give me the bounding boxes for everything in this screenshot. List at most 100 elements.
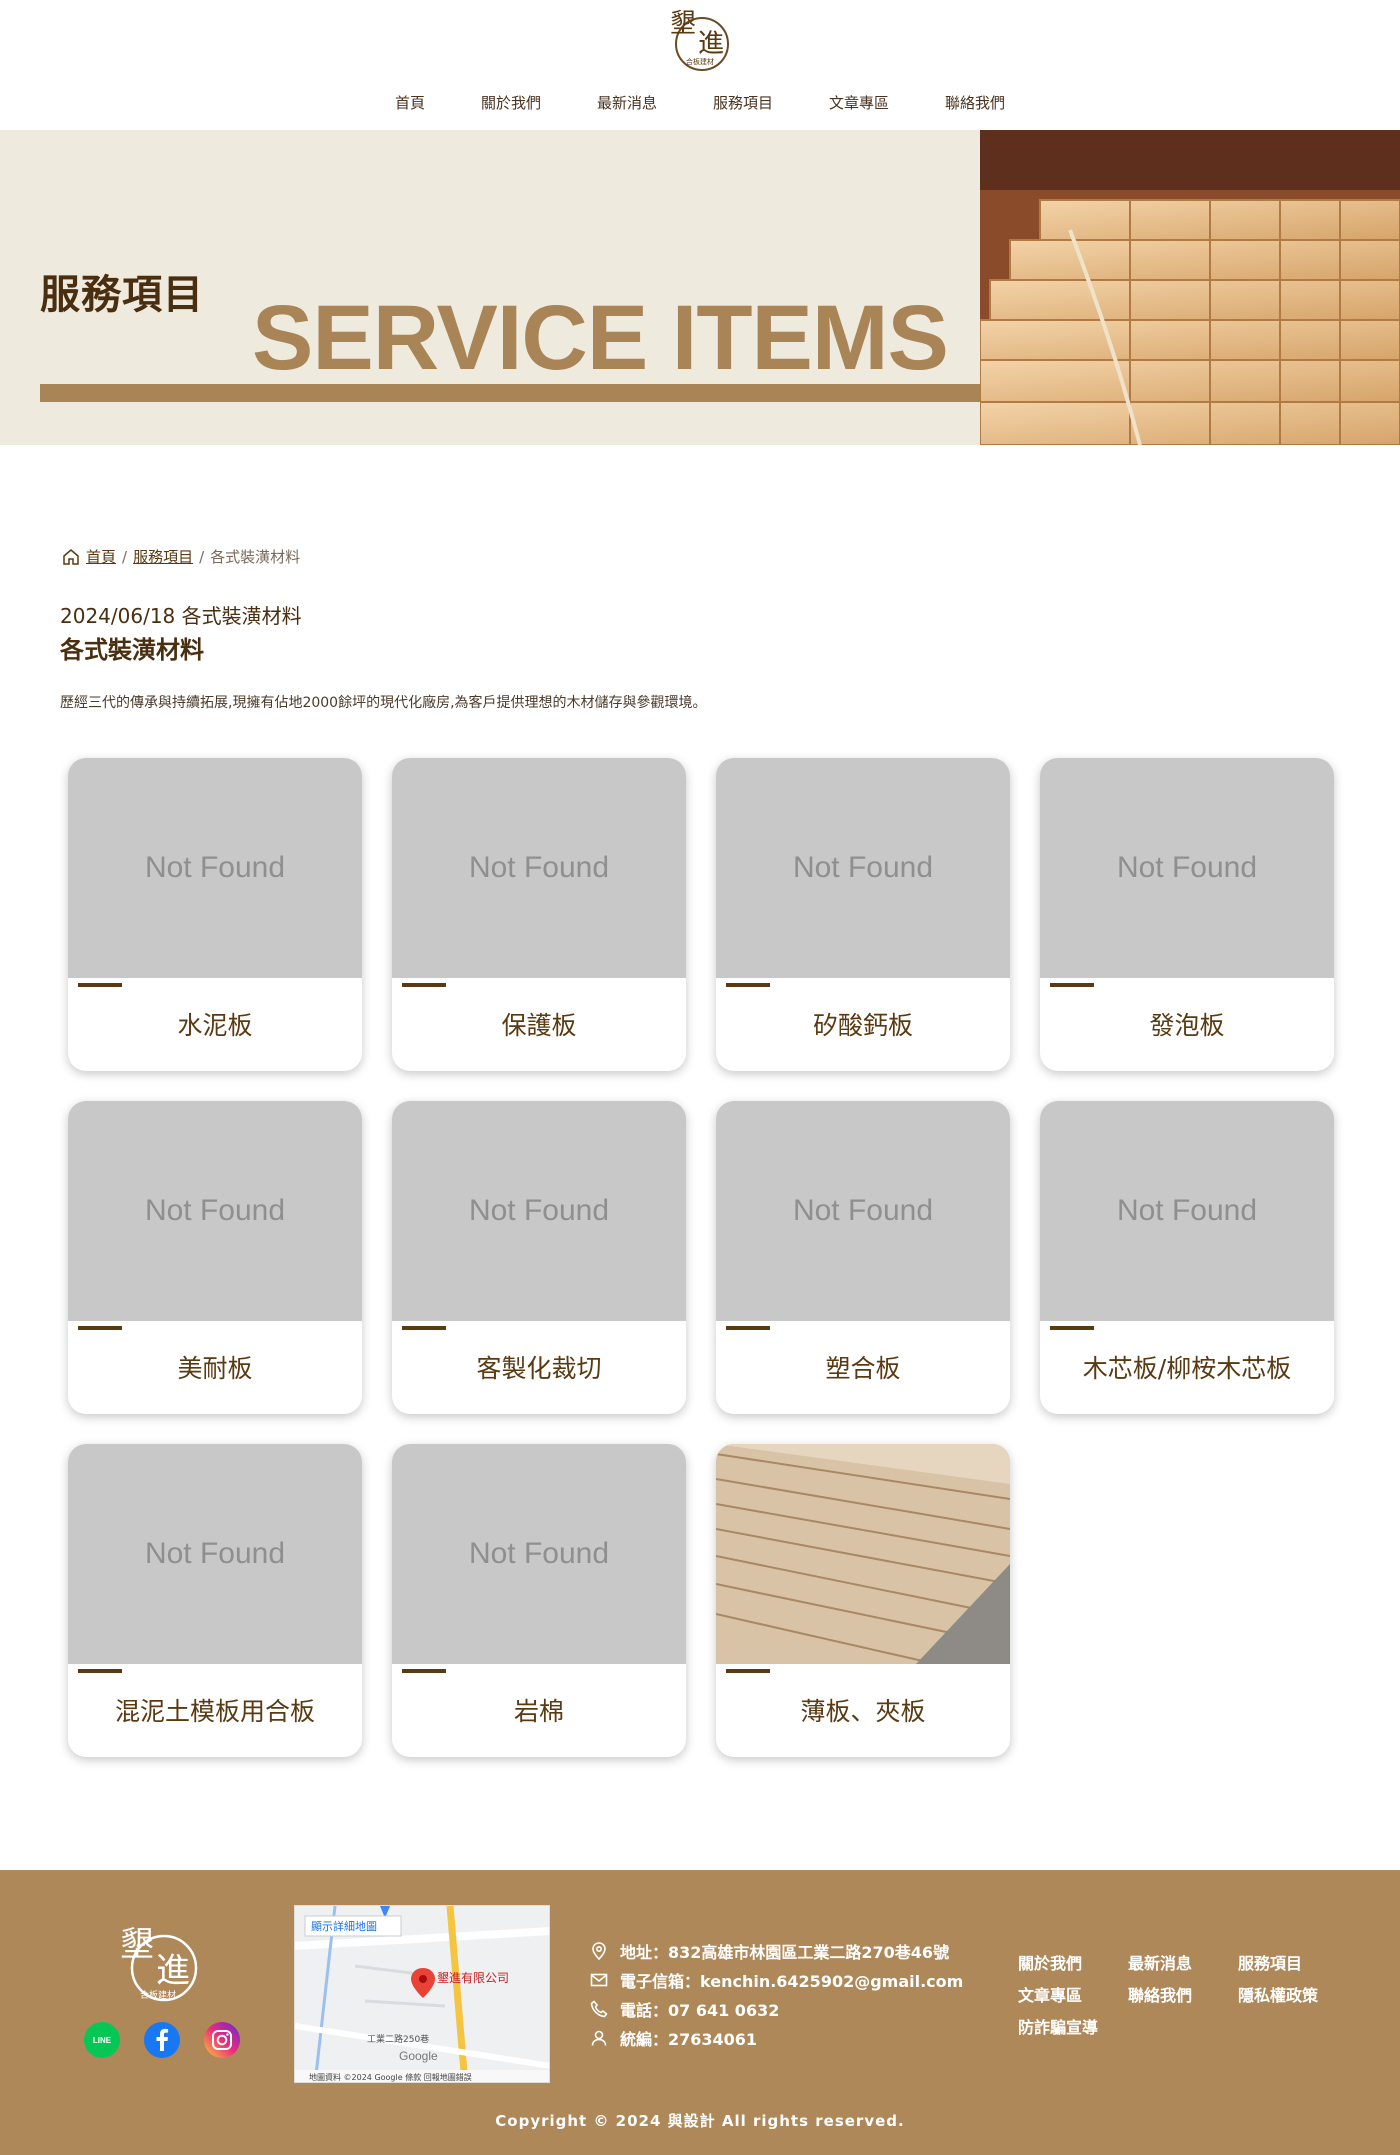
product-label: 矽酸鈣板: [812, 1011, 913, 1040]
instagram-icon[interactable]: [204, 2022, 240, 2058]
contact-email[interactable]: 電子信箱：kenchin.6425902@gmail.com: [620, 1968, 963, 1992]
site-footer: 墾 進 合板建材 LINE 顯示詳細地圖 墾進有限公司 工業二路250巷 Goo…: [0, 1870, 1400, 2155]
product-grid: Not Found 水泥板 Not Found 保護板 Not Found 矽酸…: [68, 758, 1334, 1757]
product-label: 美耐板: [177, 1354, 253, 1383]
location-pin-icon: [592, 1941, 606, 1960]
footer-link-news[interactable]: 最新消息: [1128, 1950, 1238, 1974]
social-links: LINE: [84, 2022, 240, 2058]
hero-title-en: SERVICE ITEMS: [252, 287, 949, 389]
svg-text:合板建材: 合板建材: [140, 1989, 176, 2001]
post-date-line: 2024/06/18 各式裝潢材料: [60, 604, 302, 628]
contact-info: 地址：832高雄市林園區工業二路270巷46號 電子信箱：kenchin.642…: [590, 1936, 963, 2052]
breadcrumb-home[interactable]: 首頁: [86, 546, 116, 567]
nav-about[interactable]: 關於我們: [481, 92, 541, 113]
footer-links: 關於我們 最新消息 服務項目 文章專區 聯絡我們 隱私權政策 防詐騙宣導: [1018, 1950, 1348, 2038]
contact-address-row: 地址：832高雄市林園區工業二路270巷46號: [590, 1936, 963, 1965]
not-found-text: Not Found: [144, 851, 286, 884]
card-accent-line: [402, 1669, 446, 1673]
mail-icon: [590, 1973, 608, 1986]
map-pin-label: 墾進有限公司: [437, 1971, 509, 1985]
footer-link-articles[interactable]: 文章專區: [1018, 1982, 1128, 2006]
breadcrumb-separator: /: [199, 547, 205, 566]
not-found-text: Not Found: [144, 1194, 286, 1227]
svg-text:墾: 墾: [670, 9, 696, 39]
card-accent-line: [1050, 1326, 1094, 1330]
product-card[interactable]: Not Found 發泡板: [1040, 758, 1334, 1071]
footer-link-privacy[interactable]: 隱私權政策: [1238, 1982, 1348, 2006]
product-card[interactable]: Not Found 保護板: [392, 758, 686, 1071]
hero-banner: 服務項目 SERVICE ITEMS: [0, 130, 1400, 445]
product-label: 保護板: [501, 1011, 577, 1040]
footer-link-contact[interactable]: 聯絡我們: [1128, 1982, 1238, 2006]
product-image-placeholder: Not Found: [68, 1444, 362, 1664]
product-card[interactable]: Not Found 美耐板: [68, 1101, 362, 1414]
product-card[interactable]: 薄板、夾板: [716, 1444, 1010, 1757]
nav-contact[interactable]: 聯絡我們: [945, 92, 1005, 113]
product-card[interactable]: Not Found 混泥土模板用合板: [68, 1444, 362, 1757]
product-image-placeholder: Not Found: [716, 758, 1010, 978]
product-card[interactable]: Not Found 客製化裁切: [392, 1101, 686, 1414]
nav-articles[interactable]: 文章專區: [829, 92, 889, 113]
facebook-icon[interactable]: [144, 2022, 180, 2058]
line-icon[interactable]: LINE: [84, 2022, 120, 2058]
product-card[interactable]: Not Found 水泥板: [68, 758, 362, 1071]
product-image-placeholder: Not Found: [392, 1444, 686, 1664]
user-icon: [591, 2030, 607, 2046]
breadcrumb-services[interactable]: 服務項目: [133, 546, 193, 567]
post-description: 歷經三代的傳承與持續拓展,現擁有佔地2000餘坪的現代化廠房,為客戶提供理想的木…: [60, 695, 707, 711]
breadcrumb: 首頁 / 服務項目 / 各式裝潢材料: [62, 546, 300, 567]
product-label: 水泥板: [177, 1011, 253, 1040]
product-image-placeholder: Not Found: [716, 1101, 1010, 1321]
product-card[interactable]: Not Found 矽酸鈣板: [716, 758, 1010, 1071]
footer-brand-logo[interactable]: 墾 進 合板建材: [118, 1920, 204, 2006]
svg-text:進: 進: [698, 29, 724, 59]
product-label: 混泥土模板用合板: [114, 1697, 315, 1726]
google-map-embed[interactable]: 顯示詳細地圖 墾進有限公司 工業二路250巷 Google 地圖資料 ©2024…: [294, 1905, 550, 2083]
nav-home[interactable]: 首頁: [395, 92, 425, 113]
not-found-text: Not Found: [468, 1194, 610, 1227]
contact-phone[interactable]: 電話：07 641 0632: [620, 1997, 779, 2021]
product-card[interactable]: Not Found 塑合板: [716, 1101, 1010, 1414]
product-card[interactable]: Not Found 木芯板/柳桉木芯板: [1040, 1101, 1334, 1414]
breadcrumb-current: 各式裝潢材料: [210, 548, 301, 566]
not-found-text: Not Found: [792, 851, 934, 884]
home-icon[interactable]: [62, 548, 80, 566]
contact-address: 地址：832高雄市林園區工業二路270巷46號: [620, 1942, 950, 1962]
contact-email-row: 電子信箱：kenchin.6425902@gmail.com: [590, 1965, 963, 1994]
not-found-text: Not Found: [468, 851, 610, 884]
contact-phone-row: 電話：07 641 0632: [590, 1994, 963, 2023]
not-found-text: Not Found: [792, 1194, 934, 1227]
map-attribution: 地圖資料 ©2024 Google 條款 回報地圖錯誤: [309, 2072, 472, 2082]
product-image-placeholder: Not Found: [392, 758, 686, 978]
product-image-placeholder: Not Found: [1040, 1101, 1334, 1321]
nav-news[interactable]: 最新消息: [597, 92, 657, 113]
post-title: 各式裝潢材料: [60, 636, 204, 664]
hero-lumber-image: [980, 130, 1400, 445]
not-found-text: Not Found: [1116, 851, 1258, 884]
product-image-plywood: [716, 1444, 1010, 1664]
card-accent-line: [402, 983, 446, 987]
footer-link-services[interactable]: 服務項目: [1238, 1950, 1348, 1974]
breadcrumb-separator: /: [122, 547, 128, 566]
map-view-larger[interactable]: 顯示詳細地圖: [311, 1919, 377, 1933]
not-found-text: Not Found: [468, 1537, 610, 1570]
product-label: 薄板、夾板: [800, 1697, 926, 1726]
footer-link-anti-fraud[interactable]: 防詐騙宣導: [1018, 2014, 1128, 2038]
footer-link-about[interactable]: 關於我們: [1018, 1950, 1128, 1974]
card-accent-line: [78, 1669, 122, 1673]
map-road-label: 工業二路250巷: [367, 2033, 429, 2045]
card-accent-line: [78, 983, 122, 987]
product-label: 塑合板: [825, 1354, 901, 1383]
product-label: 發泡板: [1149, 1011, 1225, 1040]
product-label: 岩棉: [513, 1697, 564, 1726]
product-image-placeholder: Not Found: [68, 1101, 362, 1321]
card-accent-line: [726, 1669, 770, 1673]
phone-icon: [590, 1999, 608, 2017]
nav-services[interactable]: 服務項目: [713, 92, 773, 113]
product-image-placeholder: Not Found: [1040, 758, 1334, 978]
card-accent-line: [78, 1326, 122, 1330]
svg-text:進: 進: [156, 1951, 190, 1991]
map-google-logo: Google: [399, 2049, 438, 2063]
brand-logo[interactable]: 墾 進 合板建材: [668, 6, 732, 74]
product-card[interactable]: Not Found 岩棉: [392, 1444, 686, 1757]
